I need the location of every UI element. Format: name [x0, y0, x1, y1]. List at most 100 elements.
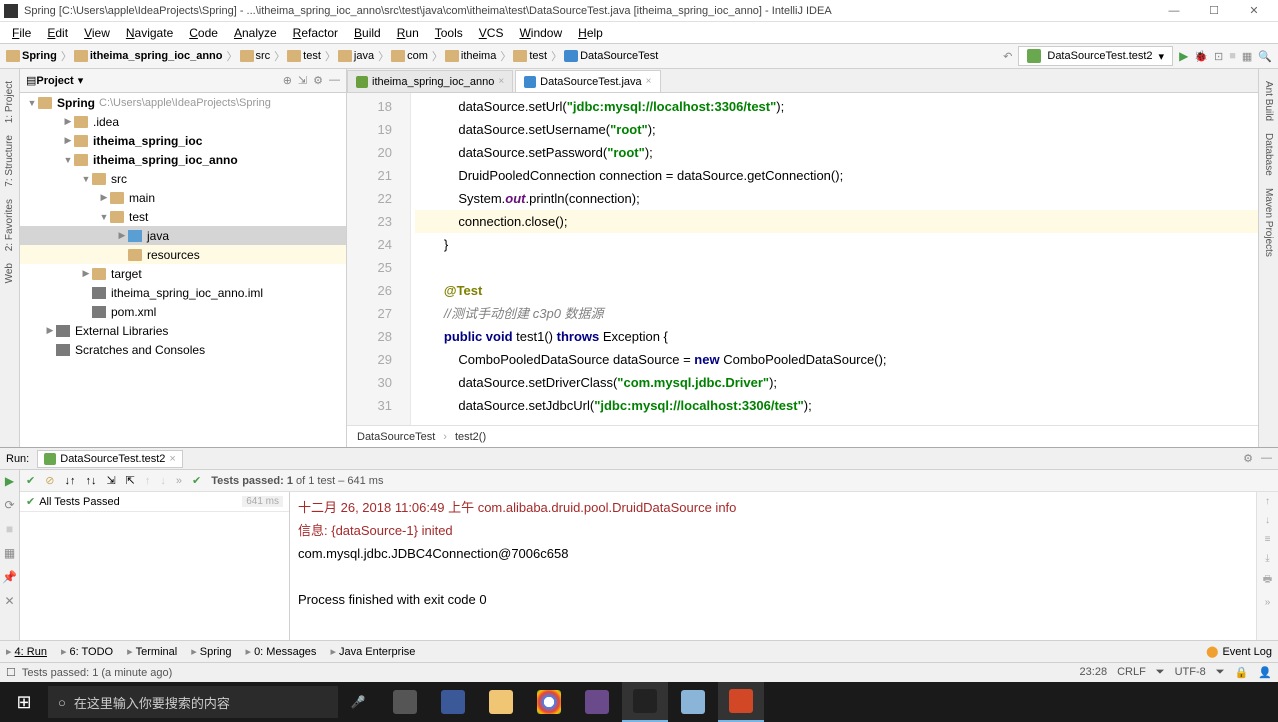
powerpoint-icon[interactable] — [718, 682, 764, 722]
app-icon-2[interactable] — [574, 682, 620, 722]
tree-item[interactable]: ▼itheima_spring_ioc_anno — [20, 150, 346, 169]
menu-vcs[interactable]: VCS — [471, 24, 512, 42]
status-encoding[interactable]: UTF-8 — [1175, 666, 1206, 679]
coverage-button[interactable]: ⊡ — [1214, 50, 1223, 63]
tree-item[interactable]: itheima_spring_ioc_anno.iml — [20, 283, 346, 302]
chrome-icon[interactable] — [526, 682, 572, 722]
tab-1-project[interactable]: 1: Project — [4, 81, 15, 123]
structure-breadcrumb[interactable]: DataSourceTest › test2() — [347, 425, 1278, 447]
wrap-icon[interactable]: ≡ — [1265, 534, 1271, 545]
status-eol[interactable]: CRLF — [1117, 666, 1146, 679]
layout-icon[interactable]: ▦ — [4, 546, 15, 560]
expand-icon[interactable]: ⇲ — [106, 474, 115, 487]
up-arrow-icon[interactable]: ↑ — [1265, 496, 1270, 507]
menu-navigate[interactable]: Navigate — [118, 24, 181, 42]
menu-file[interactable]: File — [4, 24, 39, 42]
status-icon[interactable]: ☐ — [6, 666, 16, 679]
back-icon[interactable]: ↶ — [1003, 50, 1012, 63]
menu-tools[interactable]: Tools — [427, 24, 471, 42]
debug-button[interactable]: 🐞 — [1194, 50, 1208, 63]
paint-icon[interactable] — [670, 682, 716, 722]
test-result-row[interactable]: ✔ All Tests Passed 641 ms — [20, 492, 289, 512]
passed-icon[interactable]: ✔ — [26, 474, 35, 487]
pin-icon[interactable]: 📌 — [2, 570, 17, 584]
tab-2-favorites[interactable]: 2: Favorites — [4, 199, 15, 251]
tree-item[interactable]: ▶External Libraries — [20, 321, 346, 340]
tree-item[interactable]: ▶target — [20, 264, 346, 283]
run-tab[interactable]: DataSourceTest.test2 × — [37, 450, 183, 468]
event-log-button[interactable]: ⬤Event Log — [1206, 645, 1272, 658]
intellij-icon[interactable] — [622, 682, 668, 722]
tab-maven-projects[interactable]: Maven Projects — [1263, 188, 1274, 257]
close-icon[interactable]: × — [169, 453, 175, 465]
collapse-all-icon[interactable]: ⇲ — [298, 74, 307, 87]
bottom-tab-0-messages[interactable]: ▸0: Messages — [246, 645, 317, 658]
layout-icon[interactable]: ▦ — [1242, 50, 1252, 63]
app-icon-1[interactable] — [430, 682, 476, 722]
stop-icon[interactable]: ■ — [6, 522, 13, 536]
search-icon[interactable]: 🔍 — [1258, 50, 1272, 63]
menu-window[interactable]: Window — [511, 24, 570, 42]
tab-7-structure[interactable]: 7: Structure — [4, 135, 15, 187]
run-config-selector[interactable]: DataSourceTest.test2 ▾ — [1018, 46, 1173, 66]
tree-item[interactable]: ▶.idea — [20, 112, 346, 131]
menu-view[interactable]: View — [76, 24, 118, 42]
sort2-icon[interactable]: ↑↓ — [85, 475, 96, 487]
project-view-icon[interactable]: ▤ — [26, 74, 36, 87]
start-button[interactable]: ⊞ — [0, 692, 48, 713]
hide-icon[interactable]: — — [1261, 452, 1272, 465]
project-tree[interactable]: ▼SpringC:\Users\apple\IdeaProjects\Sprin… — [20, 93, 346, 447]
tree-item[interactable]: ▼src — [20, 169, 346, 188]
scroll-icon[interactable]: ⤓ — [1265, 553, 1269, 564]
crumb-method[interactable]: test2() — [455, 431, 486, 443]
bottom-tab-java-enterprise[interactable]: ▸Java Enterprise — [330, 645, 415, 658]
tree-item[interactable]: Scratches and Consoles — [20, 340, 346, 359]
tab-web[interactable]: Web — [4, 263, 15, 283]
tree-item[interactable]: ▼test — [20, 207, 346, 226]
minimize-button[interactable]: — — [1154, 5, 1194, 17]
down-icon[interactable]: ↓ — [160, 475, 166, 487]
taskbar-search[interactable]: ○ 在这里输入你要搜索的内容 — [48, 686, 338, 718]
tree-item[interactable]: ▶java — [20, 226, 346, 245]
toggle-icon[interactable]: ⟳ — [4, 498, 14, 512]
explorer-icon[interactable] — [478, 682, 524, 722]
maximize-button[interactable]: ☐ — [1194, 4, 1234, 17]
menu-edit[interactable]: Edit — [39, 24, 76, 42]
collapse-icon[interactable]: ⇱ — [126, 474, 135, 487]
bottom-tab-spring[interactable]: ▸Spring — [191, 645, 231, 658]
tree-item[interactable]: resources — [20, 245, 346, 264]
mic-icon[interactable]: 🎤 — [338, 695, 378, 709]
lock-icon[interactable]: 🔒 — [1235, 666, 1249, 679]
menu-refactor[interactable]: Refactor — [285, 24, 346, 42]
settings-icon[interactable]: ⚙ — [1243, 452, 1253, 465]
close-button[interactable]: ✕ — [1234, 4, 1274, 17]
up-icon[interactable]: ↑ — [145, 475, 151, 487]
menu-help[interactable]: Help — [570, 24, 611, 42]
scroll-from-source-icon[interactable]: ⊕ — [283, 74, 292, 87]
menu-code[interactable]: Code — [181, 24, 226, 42]
close-icon[interactable]: × — [646, 76, 652, 87]
code-content[interactable]: dataSource.setUrl("jdbc:mysql://localhos… — [411, 93, 1278, 425]
menu-analyze[interactable]: Analyze — [226, 24, 285, 42]
tab-database[interactable]: Database — [1263, 133, 1274, 176]
chevron-down-icon[interactable]: ▾ — [78, 74, 84, 87]
stop-button[interactable]: ■ — [1229, 50, 1236, 62]
task-view-icon[interactable] — [382, 682, 428, 722]
bottom-tab-4-run[interactable]: ▸4: Run — [6, 645, 47, 658]
console-output[interactable]: 十二月 26, 2018 11:06:49 上午 com.alibaba.dru… — [290, 492, 1256, 640]
run-button[interactable]: ▶ — [1179, 49, 1188, 63]
down-arrow-icon[interactable]: ↓ — [1265, 515, 1270, 526]
crumb-class[interactable]: DataSourceTest — [357, 431, 435, 443]
tree-item[interactable]: ▶itheima_spring_ioc — [20, 131, 346, 150]
print-icon[interactable]: 🖶 — [1263, 572, 1272, 589]
bottom-tab-6-todo[interactable]: ▸6: TODO — [61, 645, 113, 658]
menu-build[interactable]: Build — [346, 24, 389, 42]
close-icon[interactable]: ✕ — [4, 594, 14, 608]
tab-ant-build[interactable]: Ant Build — [1263, 81, 1274, 121]
more-icon[interactable]: » — [176, 475, 182, 487]
code-editor[interactable]: 1819202122232425262728293031 dataSource.… — [347, 93, 1278, 425]
close-icon[interactable]: × — [498, 76, 504, 87]
tree-item[interactable]: pom.xml — [20, 302, 346, 321]
breadcrumb[interactable]: Spring〉itheima_spring_ioc_anno〉src〉test〉… — [6, 48, 660, 64]
more-icon[interactable]: » — [1265, 597, 1271, 608]
